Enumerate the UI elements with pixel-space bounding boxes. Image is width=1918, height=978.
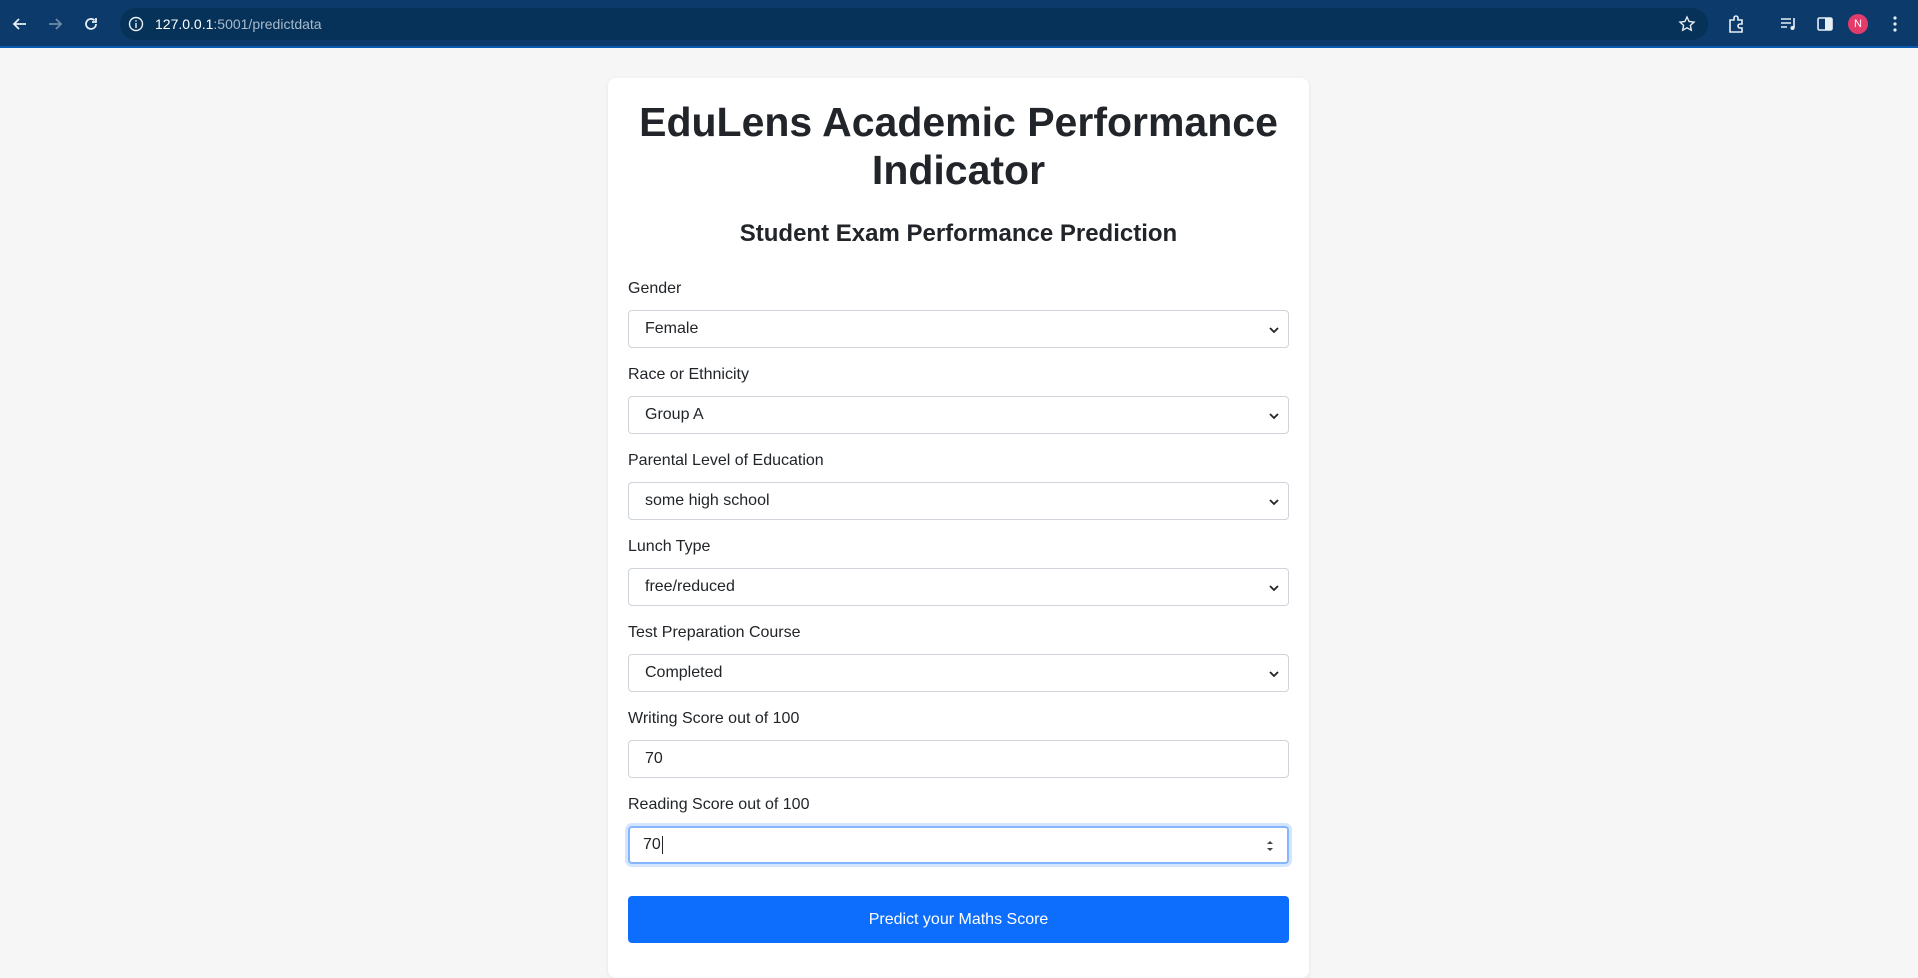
- chevron-down-icon: [1269, 671, 1279, 678]
- prediction-form-card: EduLens Academic Performance Indicator S…: [608, 78, 1309, 978]
- browser-toolbar: 127.0.0.1:5001/predictdata N: [0, 0, 1918, 48]
- reload-icon[interactable]: [79, 12, 103, 36]
- media-controls-icon[interactable]: [1778, 13, 1800, 35]
- back-icon[interactable]: [8, 12, 32, 36]
- writing-score-input[interactable]: 70: [628, 740, 1289, 778]
- reading-score-value: 70: [643, 836, 661, 853]
- extensions-icon[interactable]: [1725, 13, 1747, 35]
- site-info-icon[interactable]: [128, 16, 144, 32]
- forward-icon[interactable]: [43, 12, 67, 36]
- test-prep-select[interactable]: Completed: [628, 654, 1289, 692]
- test-prep-value: Completed: [645, 664, 723, 681]
- lunch-label: Lunch Type: [628, 538, 711, 555]
- ethnicity-select[interactable]: Group A: [628, 396, 1289, 434]
- more-menu-icon[interactable]: [1884, 13, 1906, 35]
- side-panel-icon[interactable]: [1814, 13, 1836, 35]
- gender-select[interactable]: Female: [628, 310, 1289, 348]
- number-spinner-icon[interactable]: [1265, 838, 1275, 854]
- writing-score-label: Writing Score out of 100: [628, 710, 800, 727]
- text-cursor: [661, 836, 663, 854]
- bookmark-star-icon[interactable]: [1678, 15, 1696, 33]
- url-text: 127.0.0.1:5001/predictdata: [155, 16, 322, 32]
- reading-score-label: Reading Score out of 100: [628, 796, 810, 813]
- parental-education-value: some high school: [645, 492, 770, 509]
- chevron-down-icon: [1269, 585, 1279, 592]
- chevron-down-icon: [1269, 499, 1279, 506]
- page-subtitle: Student Exam Performance Prediction: [739, 220, 1178, 247]
- writing-score-value: 70: [645, 750, 663, 767]
- predict-button[interactable]: Predict your Maths Score: [628, 896, 1289, 943]
- page-title: EduLens Academic Performance Indicator: [639, 99, 1278, 193]
- reading-score-input[interactable]: 70: [628, 826, 1289, 864]
- gender-value: Female: [645, 320, 699, 337]
- parental-education-label: Parental Level of Education: [628, 452, 824, 469]
- profile-avatar[interactable]: N: [1848, 14, 1868, 34]
- ethnicity-value: Group A: [645, 406, 704, 423]
- chevron-down-icon: [1269, 413, 1279, 420]
- url-path: :5001/predictdata: [213, 16, 322, 32]
- address-bar[interactable]: 127.0.0.1:5001/predictdata: [120, 8, 1708, 40]
- ethnicity-label: Race or Ethnicity: [628, 366, 749, 383]
- chevron-down-icon: [1269, 327, 1279, 334]
- parental-education-select[interactable]: some high school: [628, 482, 1289, 520]
- url-host: 127.0.0.1: [155, 16, 214, 32]
- gender-label: Gender: [628, 280, 682, 297]
- test-prep-label: Test Preparation Course: [628, 624, 801, 641]
- lunch-select[interactable]: free/reduced: [628, 568, 1289, 606]
- lunch-value: free/reduced: [645, 578, 735, 595]
